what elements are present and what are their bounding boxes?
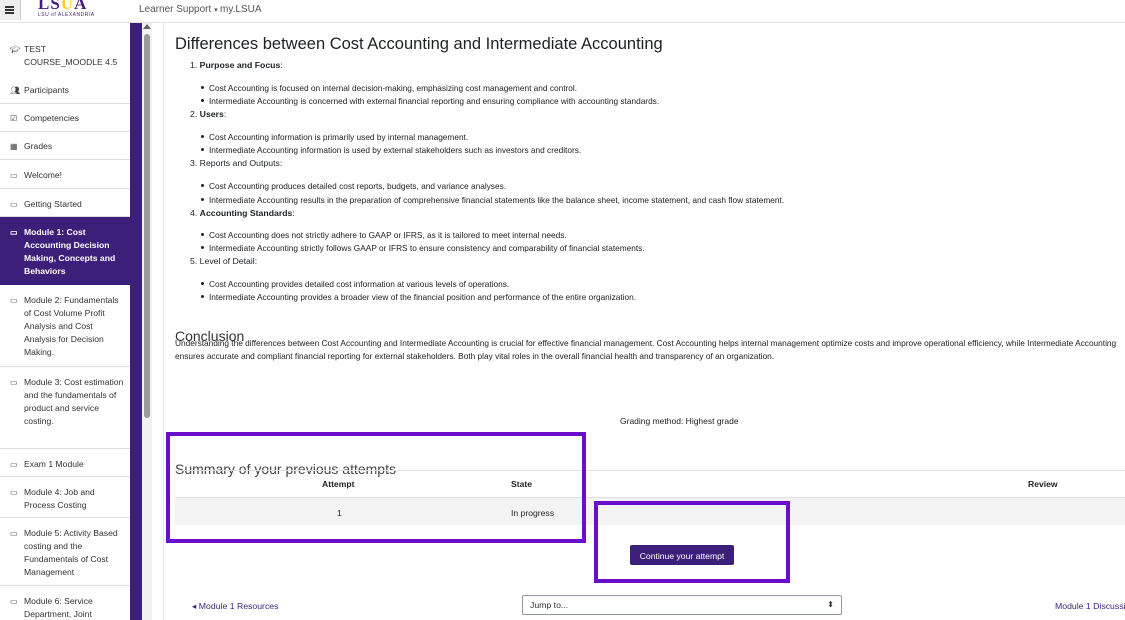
next-activity-link[interactable]: Module 1 Discussion — [1055, 601, 1125, 611]
sidebar-item-exam-1[interactable]: ▭ Exam 1 Module — [0, 449, 130, 477]
sidebar-item-label: Grades — [24, 141, 53, 151]
sidebar-item-label: Module 5: Activity Based costing and the… — [24, 528, 118, 577]
list-item: Cost Accounting provides detailed cost i… — [200, 279, 510, 289]
content-divider — [163, 22, 164, 620]
list-item: Intermediate Accounting information is u… — [200, 145, 582, 155]
folder-icon: ▭ — [10, 296, 18, 305]
sidebar-item-label: Welcome! — [24, 170, 63, 180]
sidebar-item-label: Module 1: Cost Accounting Decision Makin… — [24, 227, 116, 276]
graduation-cap-icon: 🎓︎ — [10, 45, 21, 54]
menu-toggle-button[interactable] — [0, 0, 21, 20]
list-item: Intermediate Accounting is concerned wit… — [200, 96, 660, 106]
nav-my-lsua[interactable]: my.LSUA — [220, 4, 262, 15]
sidebar-accent-strip — [130, 22, 142, 620]
scroll-up-arrow-icon[interactable] — [143, 24, 151, 29]
section-title-1: 1. Purpose and Focus: — [190, 60, 283, 70]
lsua-logo[interactable]: LSUA LSU of ALEXANDRIA — [38, 0, 95, 18]
sidebar-item-module-6[interactable]: ▭ Module 6: Service Department, Joint — [0, 586, 130, 620]
table-icon: ▦ — [10, 142, 18, 151]
sidebar-scrollbar[interactable] — [142, 22, 152, 620]
arrow-left-icon: ◂ — [192, 601, 197, 611]
list-item: Intermediate Accounting strictly follows… — [201, 243, 645, 253]
sidebar-item-label: Participants — [24, 85, 69, 95]
sidebar-item-module-3[interactable]: ▭ Module 3: Cost estimation and the fund… — [0, 367, 130, 449]
check-square-icon: ☑ — [10, 114, 18, 123]
sidebar-item-label: Exam 1 Module — [24, 459, 84, 469]
sidebar-item-label: Module 2: Fundamentals of Cost Volume Pr… — [24, 295, 119, 357]
summary-highlight-box — [166, 432, 586, 543]
users-icon: 👥︎ — [10, 86, 21, 95]
folder-icon: ▭ — [10, 171, 18, 180]
continue-highlight-box — [594, 501, 790, 583]
folder-icon: ▭ — [10, 597, 18, 606]
list-item: Cost Accounting produces detailed cost r… — [200, 181, 507, 191]
select-caret-icon: ⬍ — [827, 600, 834, 609]
list-item: Cost Accounting is focused on internal d… — [200, 83, 578, 93]
conclusion-text: Understanding the differences between Co… — [175, 338, 1117, 362]
sidebar-item-grades[interactable]: ▦ Grades — [0, 132, 130, 160]
list-item: Intermediate Accounting provides a broad… — [200, 292, 637, 302]
folder-icon: ▭ — [10, 228, 18, 237]
list-item: Intermediate Accounting results in the p… — [200, 195, 785, 205]
folder-icon: ▭ — [10, 200, 18, 209]
sidebar-item-module-5[interactable]: ▭ Module 5: Activity Based costing and t… — [0, 518, 130, 586]
list-item: Cost Accounting does not strictly adhere… — [201, 230, 567, 240]
folder-icon: ▭ — [10, 488, 18, 497]
sidebar-item-module-4[interactable]: ▭ Module 4: Job and Process Costing — [0, 477, 130, 518]
article-title: Differences between Cost Accounting and … — [175, 35, 663, 53]
sidebar-item-label: TEST COURSE_MOODLE 4.5 — [24, 44, 118, 67]
sidebar-item-getting-started[interactable]: ▭ Getting Started — [0, 189, 130, 217]
scrollbar-thumb[interactable] — [144, 34, 150, 418]
grading-method: Grading method: Highest grade — [620, 416, 739, 426]
top-navbar: LSUA LSU of ALEXANDRIA Learner Support ▾… — [0, 0, 1125, 23]
folder-icon: ▭ — [10, 460, 18, 469]
prev-activity-link[interactable]: ◂ Module 1 Resources — [192, 601, 278, 612]
course-index-sidebar: 🎓︎ TEST COURSE_MOODLE 4.5 👥︎ Participant… — [0, 22, 142, 620]
section-title-5: 5. Level of Detail: — [190, 256, 258, 266]
section-title-2: 2. Users: — [190, 109, 227, 119]
section-title-4: 4. Accounting Standards: — [190, 208, 295, 218]
sidebar-item-label: Module 3: Cost estimation and the fundam… — [24, 377, 124, 426]
sidebar-item-label: Module 6: Service Department, Joint — [24, 596, 93, 619]
sidebar-item-competencies[interactable]: ☑ Competencies — [0, 104, 130, 132]
sidebar-item-module-1[interactable]: ▭ Module 1: Cost Accounting Decision Mak… — [0, 217, 130, 285]
nav-learner-support[interactable]: Learner Support ▾ — [139, 4, 218, 15]
section-title-3: 3. Reports and Outputs: — [190, 158, 283, 168]
sidebar-item-module-2[interactable]: ▭ Module 2: Fundamentals of Cost Volume … — [0, 285, 130, 367]
sidebar-item-label: Module 4: Job and Process Costing — [24, 487, 95, 510]
sidebar-item-welcome[interactable]: ▭ Welcome! — [0, 160, 130, 189]
jump-to-select[interactable]: Jump to... ⬍ — [522, 595, 842, 615]
column-header-review: Review — [1028, 479, 1058, 489]
folder-icon: ▭ — [10, 378, 18, 387]
list-item: Cost Accounting information is primarily… — [200, 132, 469, 142]
sidebar-item-label: Competencies — [24, 113, 79, 123]
sidebar-item-label: Getting Started — [24, 199, 82, 209]
sidebar-item-participants[interactable]: 👥︎ Participants — [0, 76, 130, 104]
folder-icon: ▭ — [10, 529, 18, 538]
